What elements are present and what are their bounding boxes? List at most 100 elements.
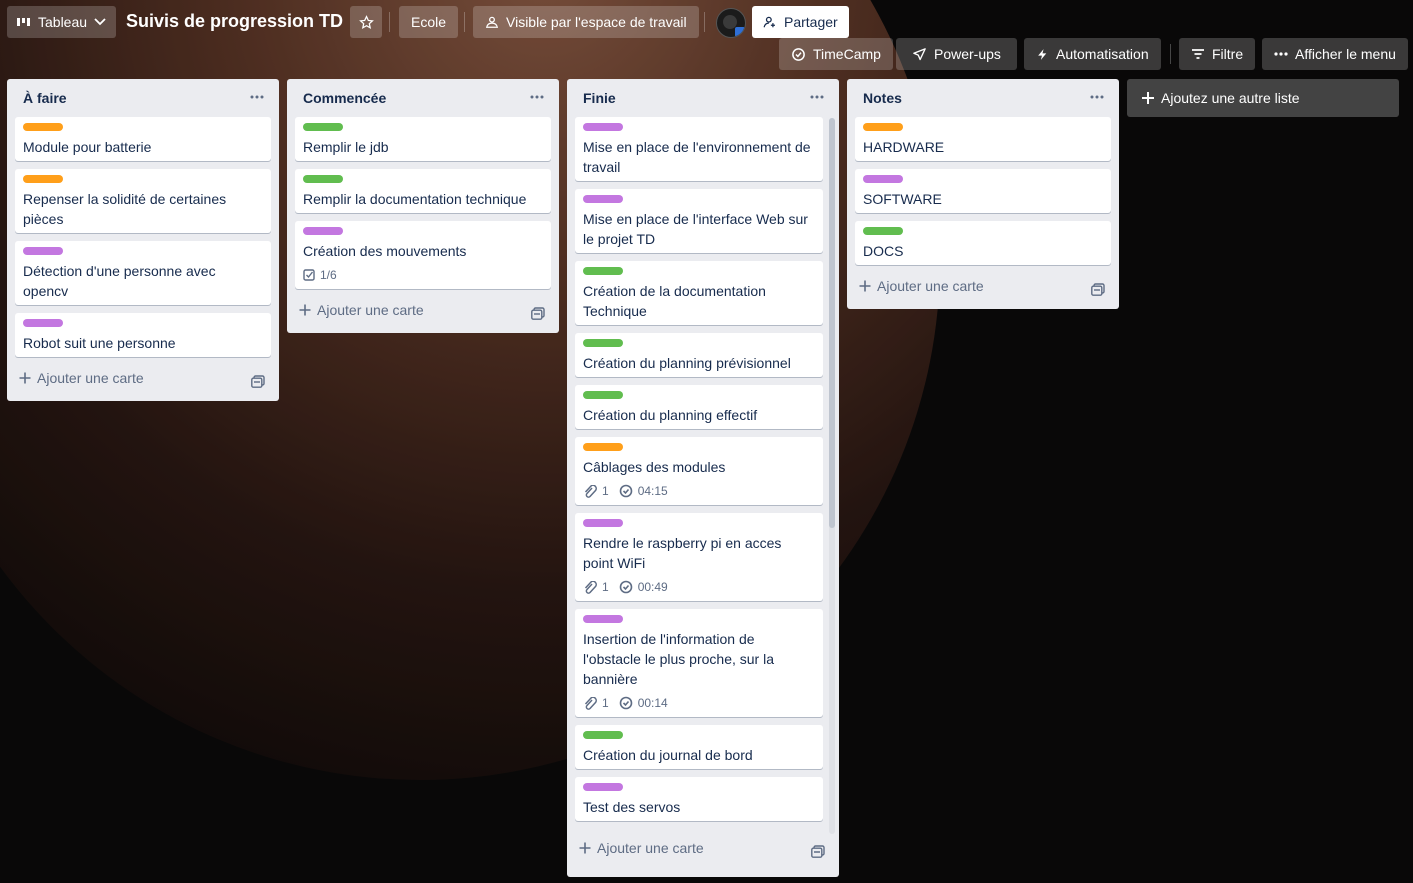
add-card-button[interactable]: Ajouter une carte (299, 302, 424, 318)
list-menu-button[interactable] (1085, 85, 1109, 109)
list-menu-button[interactable] (525, 85, 549, 109)
list-menu-button[interactable] (805, 85, 829, 109)
header-divider (1170, 44, 1171, 64)
show-menu-label: Afficher le menu (1295, 46, 1396, 62)
card-title: Création du planning prévisionnel (583, 355, 791, 371)
filter-icon (1192, 49, 1204, 59)
card[interactable]: Test des servos (575, 777, 823, 821)
card-template-button[interactable] (251, 375, 265, 391)
card[interactable]: Mise en place de l'environnement de trav… (575, 117, 823, 181)
card[interactable]: Module pour batterie (15, 117, 271, 161)
card-title: Câblages des modules (583, 459, 726, 475)
list-title[interactable]: Notes (863, 90, 902, 106)
card[interactable]: Remplir le jdb (295, 117, 551, 161)
card[interactable]: Remplir la documentation technique (295, 169, 551, 213)
attachment-badge: 1 (583, 484, 609, 498)
card-title: Insertion de l'information de l'obstacle… (583, 631, 774, 687)
card-template-button[interactable] (811, 845, 825, 861)
card[interactable]: Insertion de l'information de l'obstacle… (575, 609, 823, 717)
list-title[interactable]: Finie (583, 90, 616, 106)
add-card-button[interactable]: Ajouter une carte (579, 840, 704, 856)
template-icon (1091, 283, 1105, 296)
card-template-button[interactable] (1091, 283, 1105, 299)
card[interactable]: Création des mouvements 1/6 (295, 221, 551, 289)
card-badges: 1 00:14 (583, 693, 815, 713)
paperclip-icon (584, 696, 597, 710)
workspace-label: Ecole (411, 14, 447, 30)
list-title[interactable]: À faire (23, 90, 67, 106)
lightning-icon (1038, 48, 1047, 60)
list: Notes HARDWARE SOFTWARE DOCS Ajouter une car… (847, 79, 1119, 309)
template-icon (251, 375, 265, 388)
add-list-button[interactable]: Ajoutez une autre liste (1127, 79, 1399, 117)
scrollbar-thumb[interactable] (829, 118, 835, 528)
card[interactable]: Repenser la solidité de certaines pièces (15, 169, 271, 233)
card-title: Création des mouvements (303, 243, 467, 259)
share-button[interactable]: Partager (752, 6, 849, 38)
add-card-row: Ajouter une carte (7, 363, 279, 401)
template-icon (811, 845, 825, 858)
card-title: Création du journal de bord (583, 747, 753, 763)
card-title: Remplir la documentation technique (303, 191, 527, 207)
list-header: Commencée (287, 79, 559, 117)
plus-icon (579, 842, 591, 854)
card-title: SOFTWARE (863, 191, 942, 207)
card[interactable]: Câblages des modules 1 04:15 (575, 437, 823, 505)
timer-icon (619, 696, 632, 710)
star-button[interactable] (350, 6, 382, 38)
filter-button[interactable]: Filtre (1179, 38, 1256, 70)
add-card-label: Ajouter une carte (597, 840, 704, 856)
board-title[interactable]: Suivis de progression TD (126, 11, 343, 32)
card-title: Test des servos (583, 799, 681, 815)
list-menu-button[interactable] (245, 85, 269, 109)
star-icon (358, 14, 374, 29)
card-title: Robot suit une personne (23, 335, 176, 351)
plus-icon (299, 304, 311, 316)
card[interactable]: DOCS (855, 221, 1111, 265)
power-ups-label: Power-ups (934, 46, 1001, 62)
avatar[interactable] (716, 8, 746, 38)
list-title[interactable]: Commencée (303, 90, 386, 106)
card-label (863, 227, 903, 235)
card[interactable]: Robot suit une personne (15, 313, 271, 357)
card[interactable]: SOFTWARE (855, 169, 1111, 213)
more-icon (250, 95, 264, 99)
card[interactable]: Création du planning effectif (575, 385, 823, 429)
card-label (583, 519, 623, 527)
card-title: Création du planning effectif (583, 407, 758, 423)
show-menu-button[interactable]: Afficher le menu (1262, 38, 1408, 70)
attachment-count: 1 (602, 580, 609, 594)
add-card-label: Ajouter une carte (37, 370, 144, 386)
card[interactable]: Détection d'une personne avec opencv (15, 241, 271, 305)
add-card-row: Ajouter une carte (847, 271, 1119, 309)
more-icon (810, 95, 824, 99)
list: Commencée Remplir le jdb Remplir la docume… (287, 79, 559, 333)
card-label (23, 319, 63, 327)
card[interactable]: HARDWARE (855, 117, 1111, 161)
add-card-row: Ajouter une carte (287, 295, 559, 333)
card[interactable]: Création de la documentation Technique (575, 261, 823, 325)
power-ups-button[interactable]: Power-ups (896, 38, 1017, 70)
add-member-icon (763, 16, 775, 28)
workspace-button[interactable]: Ecole (399, 6, 459, 38)
plus-icon (859, 280, 871, 292)
card-label (303, 227, 343, 235)
chevron-down-icon (94, 18, 106, 26)
list-header: Notes (847, 79, 1119, 117)
view-switcher-button[interactable]: Tableau (7, 6, 117, 38)
timecamp-button[interactable]: TimeCamp (779, 38, 893, 70)
people-icon (485, 16, 499, 28)
visibility-button[interactable]: Visible par l'espace de travail (473, 6, 699, 38)
card-template-button[interactable] (531, 307, 545, 323)
card[interactable]: Mise en place de l'interface Web sur le … (575, 189, 823, 253)
time-tracked: 00:49 (637, 580, 668, 594)
add-card-button[interactable]: Ajouter une carte (19, 370, 144, 386)
automation-label: Automatisation (1056, 46, 1149, 62)
automation-button[interactable]: Automatisation (1024, 38, 1161, 70)
card[interactable]: Rendre le raspberry pi en acces point Wi… (575, 513, 823, 601)
card-title: Remplir le jdb (303, 139, 389, 155)
card[interactable]: Création du journal de bord (575, 725, 823, 769)
add-card-button[interactable]: Ajouter une carte (859, 278, 984, 294)
card-badges: 1/6 (303, 265, 543, 285)
card[interactable]: Création du planning prévisionnel (575, 333, 823, 377)
